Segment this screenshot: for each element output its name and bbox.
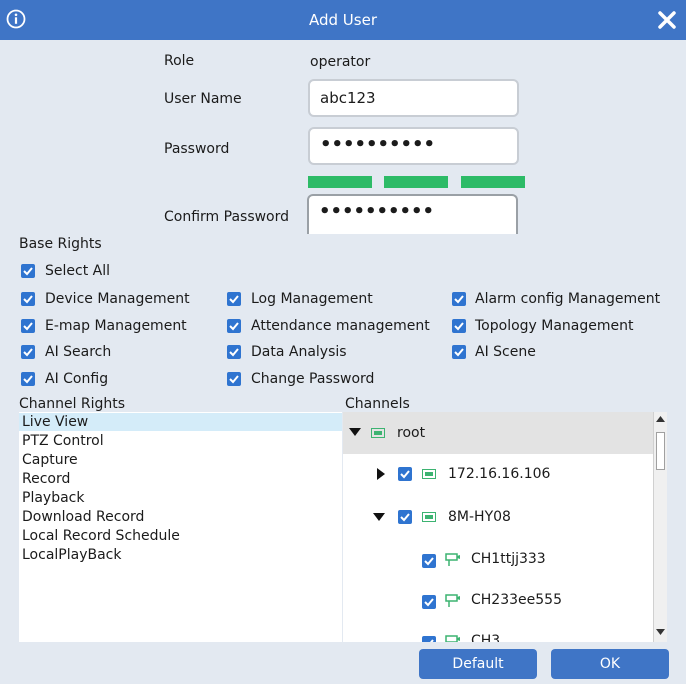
checkmark-icon <box>229 348 239 357</box>
channel-right-item[interactable]: LocalPlayBack <box>22 546 121 564</box>
node-checkbox[interactable] <box>398 510 412 524</box>
tree-node-root[interactable]: root <box>397 425 425 441</box>
ai-scene-label: AI Scene <box>475 344 536 360</box>
checkmark-icon <box>424 557 434 566</box>
checkmark-icon <box>400 470 410 479</box>
checkmark-icon <box>229 295 239 304</box>
password-label: Password <box>164 141 230 157</box>
base-rights-heading: Base Rights <box>19 236 102 252</box>
password-strength-bar-3 <box>461 176 525 188</box>
topology-management-checkbox[interactable] <box>452 319 466 333</box>
channel-right-item[interactable]: Capture <box>22 451 78 469</box>
close-icon[interactable] <box>656 9 678 31</box>
scroll-thumb[interactable] <box>656 432 665 470</box>
checkmark-icon <box>400 513 410 522</box>
role-label: Role <box>164 53 195 69</box>
alarm-config-management-checkbox[interactable] <box>452 292 466 306</box>
channel-checkbox[interactable] <box>422 554 436 568</box>
checkmark-icon <box>23 295 33 304</box>
ai-config-label: AI Config <box>45 371 109 387</box>
role-value: operator <box>310 54 371 70</box>
select-all-checkbox[interactable] <box>21 264 35 278</box>
tree-node-device[interactable]: 8M-HY08 <box>448 509 511 525</box>
ai-search-checkbox[interactable] <box>21 345 35 359</box>
channel-right-item[interactable]: Local Record Schedule <box>22 527 180 545</box>
expand-arrow-right-icon[interactable] <box>377 468 385 480</box>
scroll-up-icon[interactable] <box>656 416 665 422</box>
channel-right-item[interactable]: Download Record <box>22 508 144 526</box>
channel-rights-heading: Channel Rights <box>19 396 126 412</box>
checkmark-icon <box>23 267 33 276</box>
tree-node-device[interactable]: 172.16.16.106 <box>448 466 550 482</box>
topology-management-label: Topology Management <box>475 318 634 334</box>
confirm-password-label: Confirm Password <box>164 209 290 225</box>
channels-heading: Channels <box>345 396 410 412</box>
camera-icon <box>445 553 460 566</box>
emap-management-label: E-map Management <box>45 318 187 334</box>
change-password-label: Change Password <box>251 371 375 387</box>
window-title: Add User <box>309 11 377 29</box>
tree-node-channel[interactable]: CH3 <box>471 633 500 642</box>
ai-config-checkbox[interactable] <box>21 372 35 386</box>
node-checkbox[interactable] <box>398 467 412 481</box>
checkmark-icon <box>454 322 464 331</box>
checkmark-icon <box>23 322 33 331</box>
data-analysis-label: Data Analysis <box>251 344 347 360</box>
channel-right-item[interactable]: Playback <box>22 489 84 507</box>
channel-right-item[interactable]: Live View <box>19 413 342 431</box>
camera-icon <box>445 635 460 642</box>
camera-icon <box>445 594 460 607</box>
ai-search-label: AI Search <box>45 344 112 360</box>
checkmark-icon <box>430 639 434 642</box>
title-bar: Add User <box>0 0 686 40</box>
device-management-label: Device Management <box>45 291 190 307</box>
password-field[interactable]: •••••••••• <box>308 127 519 165</box>
checkmark-icon <box>229 375 239 384</box>
channel-right-item[interactable]: PTZ Control <box>22 432 104 450</box>
scroll-down-icon[interactable] <box>656 629 665 635</box>
checkmark-icon <box>454 348 464 357</box>
tree-row-highlight <box>343 412 653 454</box>
device-icon <box>422 512 436 522</box>
default-button[interactable]: Default <box>419 649 537 679</box>
channel-right-item[interactable]: Record <box>22 470 70 488</box>
log-management-checkbox[interactable] <box>227 292 241 306</box>
password-strength-bar-1 <box>308 176 372 188</box>
checkmark-icon <box>229 322 239 331</box>
password-strength-bar-2 <box>384 176 448 188</box>
attendance-management-label: Attendance management <box>251 318 430 334</box>
channel-checkbox[interactable] <box>422 636 436 642</box>
tree-node-channel[interactable]: CH1ttjj333 <box>471 551 546 567</box>
checkmark-icon <box>23 348 33 357</box>
checkmark-icon <box>23 375 33 384</box>
ai-scene-checkbox[interactable] <box>452 345 466 359</box>
channel-checkbox[interactable] <box>422 595 436 609</box>
checkmark-icon <box>424 598 434 607</box>
checkmark-icon <box>454 295 464 304</box>
attendance-management-checkbox[interactable] <box>227 319 241 333</box>
username-label: User Name <box>164 91 242 107</box>
ok-button[interactable]: OK <box>551 649 669 679</box>
expand-arrow-down-icon[interactable] <box>373 513 385 523</box>
device-group-icon <box>371 428 385 438</box>
channels-tree: root 172.16.16.106 8M-HY08 CH1ttjj333 CH… <box>343 412 653 642</box>
device-management-checkbox[interactable] <box>21 292 35 306</box>
alarm-config-management-label: Alarm config Management <box>475 291 661 307</box>
log-management-label: Log Management <box>251 291 373 307</box>
expand-arrow-down-icon[interactable] <box>349 428 361 438</box>
emap-management-checkbox[interactable] <box>21 319 35 333</box>
channel-rights-list: Live View PTZ Control Capture Record Pla… <box>19 412 342 642</box>
channels-scrollbar[interactable] <box>653 412 667 642</box>
data-analysis-checkbox[interactable] <box>227 345 241 359</box>
confirm-password-field[interactable]: •••••••••• <box>307 194 518 234</box>
select-all-label: Select All <box>45 263 110 279</box>
username-field[interactable]: abc123 <box>308 79 519 117</box>
device-icon <box>422 469 436 479</box>
change-password-checkbox[interactable] <box>227 372 241 386</box>
tree-node-channel[interactable]: CH233ee555 <box>471 592 562 608</box>
